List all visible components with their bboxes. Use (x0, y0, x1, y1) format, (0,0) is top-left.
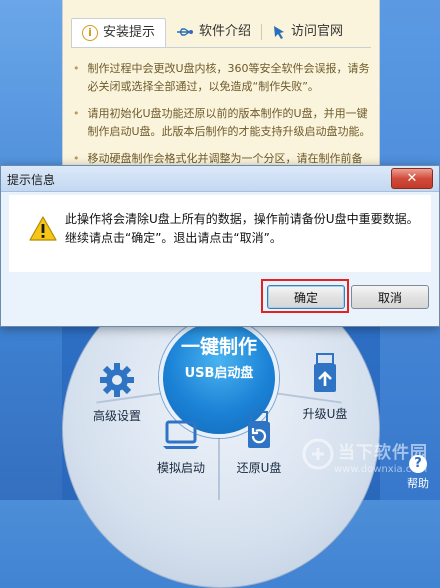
dialog-footer: 确定 取消 (1, 274, 439, 326)
info-icon: i (82, 25, 98, 41)
tab-label: 软件介绍 (199, 24, 252, 39)
help-button[interactable]: ? 帮助 (398, 455, 438, 491)
confirm-dialog: 提示信息 ✕ 此操作将会清除U盘上所有的数据，操作前请备份U盘中重要数据。继续请… (0, 165, 440, 327)
ok-button[interactable]: 确定 (267, 285, 345, 309)
bullet-icon: • (73, 107, 80, 120)
cancel-button[interactable]: 取消 (351, 285, 429, 309)
tab-install-tips[interactable]: i 安装提示 (71, 18, 167, 48)
menu-label: 高级设置 (92, 409, 141, 423)
tab-visit-site[interactable]: 访问官网 (262, 18, 353, 46)
restore-usb-button[interactable]: 还原U盘 (226, 410, 292, 476)
gear-icon (100, 363, 134, 397)
tab-software-intro[interactable]: 软件介绍 (166, 18, 261, 46)
bullet-icon: • (73, 62, 80, 75)
tab-underline (71, 47, 371, 48)
center-main-label: 一键制作 (180, 336, 257, 358)
tip-item: • 制作过程中会更改U盘内核，360等安全软件会误报，请务必关闭或选择全部通过，以… (73, 60, 373, 96)
usb-upgrade-icon (314, 353, 336, 392)
close-button[interactable]: ✕ (391, 168, 433, 189)
menu-label: 升级U盘 (302, 407, 348, 421)
help-label: 帮助 (407, 477, 429, 490)
install-tips-panel: i 安装提示 软件介绍 访问官网 • 制作过程中会更改U盘内核，360等安全软件会… (62, 0, 380, 183)
tab-label: 安装提示 (103, 25, 156, 40)
advanced-settings-button[interactable]: 高级设置 (84, 360, 150, 424)
help-icon: ? (409, 455, 427, 473)
segment-divider (218, 438, 220, 500)
tip-text: 制作过程中会更改U盘内核，360等安全软件会误报，请务必关闭或选择全部通过，以免… (87, 62, 370, 93)
tab-label: 访问官网 (291, 24, 344, 39)
simulate-boot-button[interactable]: 模拟启动 (148, 418, 214, 476)
dialog-title: 提示信息 (7, 173, 56, 187)
tip-item: • 请用初始化U盘功能还原以前的版本制作的U盘，并用一键制作启动U盘。此版本后制作… (73, 105, 373, 141)
warning-icon (29, 216, 57, 241)
menu-label: 模拟启动 (156, 461, 205, 475)
tab-bar: i 安装提示 软件介绍 访问官网 (71, 18, 353, 48)
dialog-titlebar[interactable]: 提示信息 ✕ (1, 166, 439, 192)
upgrade-usb-button[interactable]: 升级U盘 (292, 352, 358, 422)
pointer-icon (272, 25, 286, 39)
close-icon: ✕ (406, 171, 418, 186)
dialog-message: 此操作将会清除U盘上所有的数据，操作前请备份U盘中重要数据。继续请点击“确定”。… (65, 212, 419, 245)
center-sub-label: USB启动盘 (184, 366, 254, 381)
usb-icon (176, 26, 194, 38)
monitor-icon (163, 420, 199, 449)
tip-text: 请用初始化U盘功能还原以前的版本制作的U盘，并用一键制作启动U盘。此版本后制作的… (87, 107, 371, 138)
dialog-content: 此操作将会清除U盘上所有的数据，操作前请备份U盘中重要数据。继续请点击“确定”。… (9, 195, 431, 272)
usb-restore-icon (248, 411, 270, 448)
menu-label: 还原U盘 (236, 461, 282, 475)
